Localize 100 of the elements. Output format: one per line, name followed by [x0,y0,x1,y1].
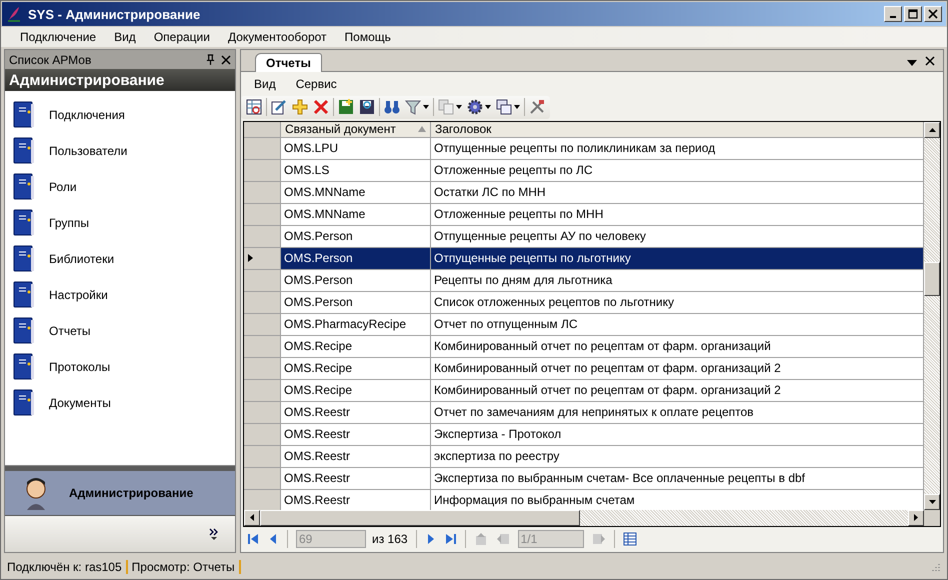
copy-icon[interactable] [437,97,463,118]
table-cell: OMS.LS [281,160,431,182]
menu-item[interactable]: Операции [146,30,217,44]
up-arrow-icon [928,128,936,132]
book-icon [13,101,35,129]
maximize-button[interactable] [904,6,922,22]
table-cell: OMS.Reestr [281,468,431,490]
table-cell: OMS.Recipe [281,336,431,358]
caret-icon[interactable] [485,105,491,110]
table-cell: OMS.MNName [281,204,431,226]
table-cell: экспертиза по реестру [431,446,924,468]
scroll-right-button[interactable] [908,510,924,526]
table-cell: Остатки ЛС по МНН [431,182,924,204]
pin-icon[interactable] [206,54,215,65]
scroll-left-button[interactable] [244,510,260,526]
close-icon[interactable] [925,56,935,66]
table-cell: Отпущенные рецепты по льготнику [431,248,924,270]
column-header[interactable]: Связаный документ [281,122,431,138]
table-cell: OMS.Reestr [281,402,431,424]
table-cell: OMS.Person [281,248,431,270]
dropdown-icon[interactable] [907,60,917,66]
scroll-down-button[interactable] [924,494,940,510]
section-heading: Администрирование [5,69,235,91]
table-cell: Отчет по замечаниям для непринятых к оплате рецептов [431,402,924,424]
table-cell: Отложенные рецепты по ЛС [431,160,924,182]
menu-item[interactable]: Сервис [288,76,344,91]
first-page-icon[interactable] [247,533,259,546]
table-cell: OMS.PharmacyRecipe [281,314,431,336]
sidebar-item[interactable]: Группы [5,205,235,241]
row-pointer-icon [248,254,253,262]
sidebar-item[interactable]: Пользователи [5,133,235,169]
scroll-thumb[interactable] [924,262,940,296]
sidebar-item[interactable]: Библиотеки [5,241,235,277]
sidebar-item[interactable]: Настройки [5,277,235,313]
menu-item[interactable]: Вид [107,30,143,44]
table-cell: OMS.Recipe [281,380,431,402]
book-icon [13,245,35,273]
column-header[interactable]: Заголовок [431,122,924,138]
scroll-thumb[interactable] [260,510,580,526]
last-page-icon[interactable] [444,533,457,546]
document-tab[interactable]: Отчеты [255,53,322,72]
sidebar-item[interactable]: Подключения [5,97,235,133]
table-cell: Рецепты по дням для льготника [431,270,924,292]
status-text: Просмотр: Отчеты [128,560,241,574]
table-cell: Отпущенные рецепты по поликлиникам за период [431,138,924,160]
menu-item[interactable]: Подключение [13,30,104,44]
table-cell: OMS.Person [281,292,431,314]
horizontal-scrollbar[interactable] [244,510,940,526]
sidebar-item[interactable]: Роли [5,169,235,205]
close-icon[interactable] [221,54,231,64]
menu-item[interactable]: Вид [247,76,283,91]
menu-item[interactable]: Документооборот [220,30,334,44]
left-arrow-icon [250,514,254,522]
workspace-button[interactable]: Администрирование [5,471,235,516]
vertical-scrollbar[interactable] [924,122,940,510]
scroll-up-button[interactable] [924,122,940,138]
edit-icon[interactable] [270,97,288,118]
table-cell: Комбинированный отчет по рецептам от фарм. организаций 2 [431,380,924,402]
book-icon [13,389,35,417]
sidebar-item[interactable]: Отчеты [5,313,235,349]
book-icon [13,317,35,345]
close-icon [928,9,938,19]
chevron-icon[interactable] [209,528,219,540]
status-text: Подключён к: ras105 [7,560,128,574]
book-icon [13,353,35,381]
resize-grip-icon[interactable] [931,562,941,572]
grid-refresh-icon[interactable] [245,97,263,118]
book-icon [13,209,35,237]
down-arrow-icon [928,500,936,504]
book-icon [13,137,35,165]
caret-icon[interactable] [514,105,520,110]
book-icon [13,173,35,201]
feather-icon [6,6,22,22]
minimize-button[interactable] [884,6,902,22]
windows-icon[interactable] [495,97,521,118]
maximize-icon [908,9,918,19]
sidebar-item[interactable]: Протоколы [5,349,235,385]
sidebar-item[interactable]: Документы [5,385,235,421]
window-title: SYS - Администрирование [28,6,200,22]
table-cell: Отчет по отпущенным ЛС [431,314,924,336]
table-cell: Отложенные рецепты по МНН [431,204,924,226]
row-header[interactable] [244,248,281,270]
close-button[interactable] [924,6,942,22]
splitter-handle[interactable] [5,465,235,471]
table-cell: Комбинированный отчет по рецептам от фарм. организаций 2 [431,358,924,380]
caret-icon[interactable] [456,105,462,110]
table-cell: Комбинированный отчет по рецептам от фарм. организаций [431,336,924,358]
menu-item[interactable]: Помощь [338,30,398,44]
caret-icon[interactable] [423,105,429,110]
table-cell: OMS.LPU [281,138,431,160]
minimize-icon [890,16,896,18]
book-icon [13,281,35,309]
table-cell: OMS.Reestr [281,424,431,446]
right-arrow-icon [914,514,918,522]
table-cell: Экспертиза - Протокол [431,424,924,446]
table-cell: Список отложенных рецептов по льготнику [431,292,924,314]
corner-header [244,122,281,138]
table-cell: Экспертиза по выбранным счетам- Все оплаченные рецепты в dbf [431,468,924,490]
table-icon[interactable] [622,532,637,546]
scrollbar-corner [924,510,940,526]
